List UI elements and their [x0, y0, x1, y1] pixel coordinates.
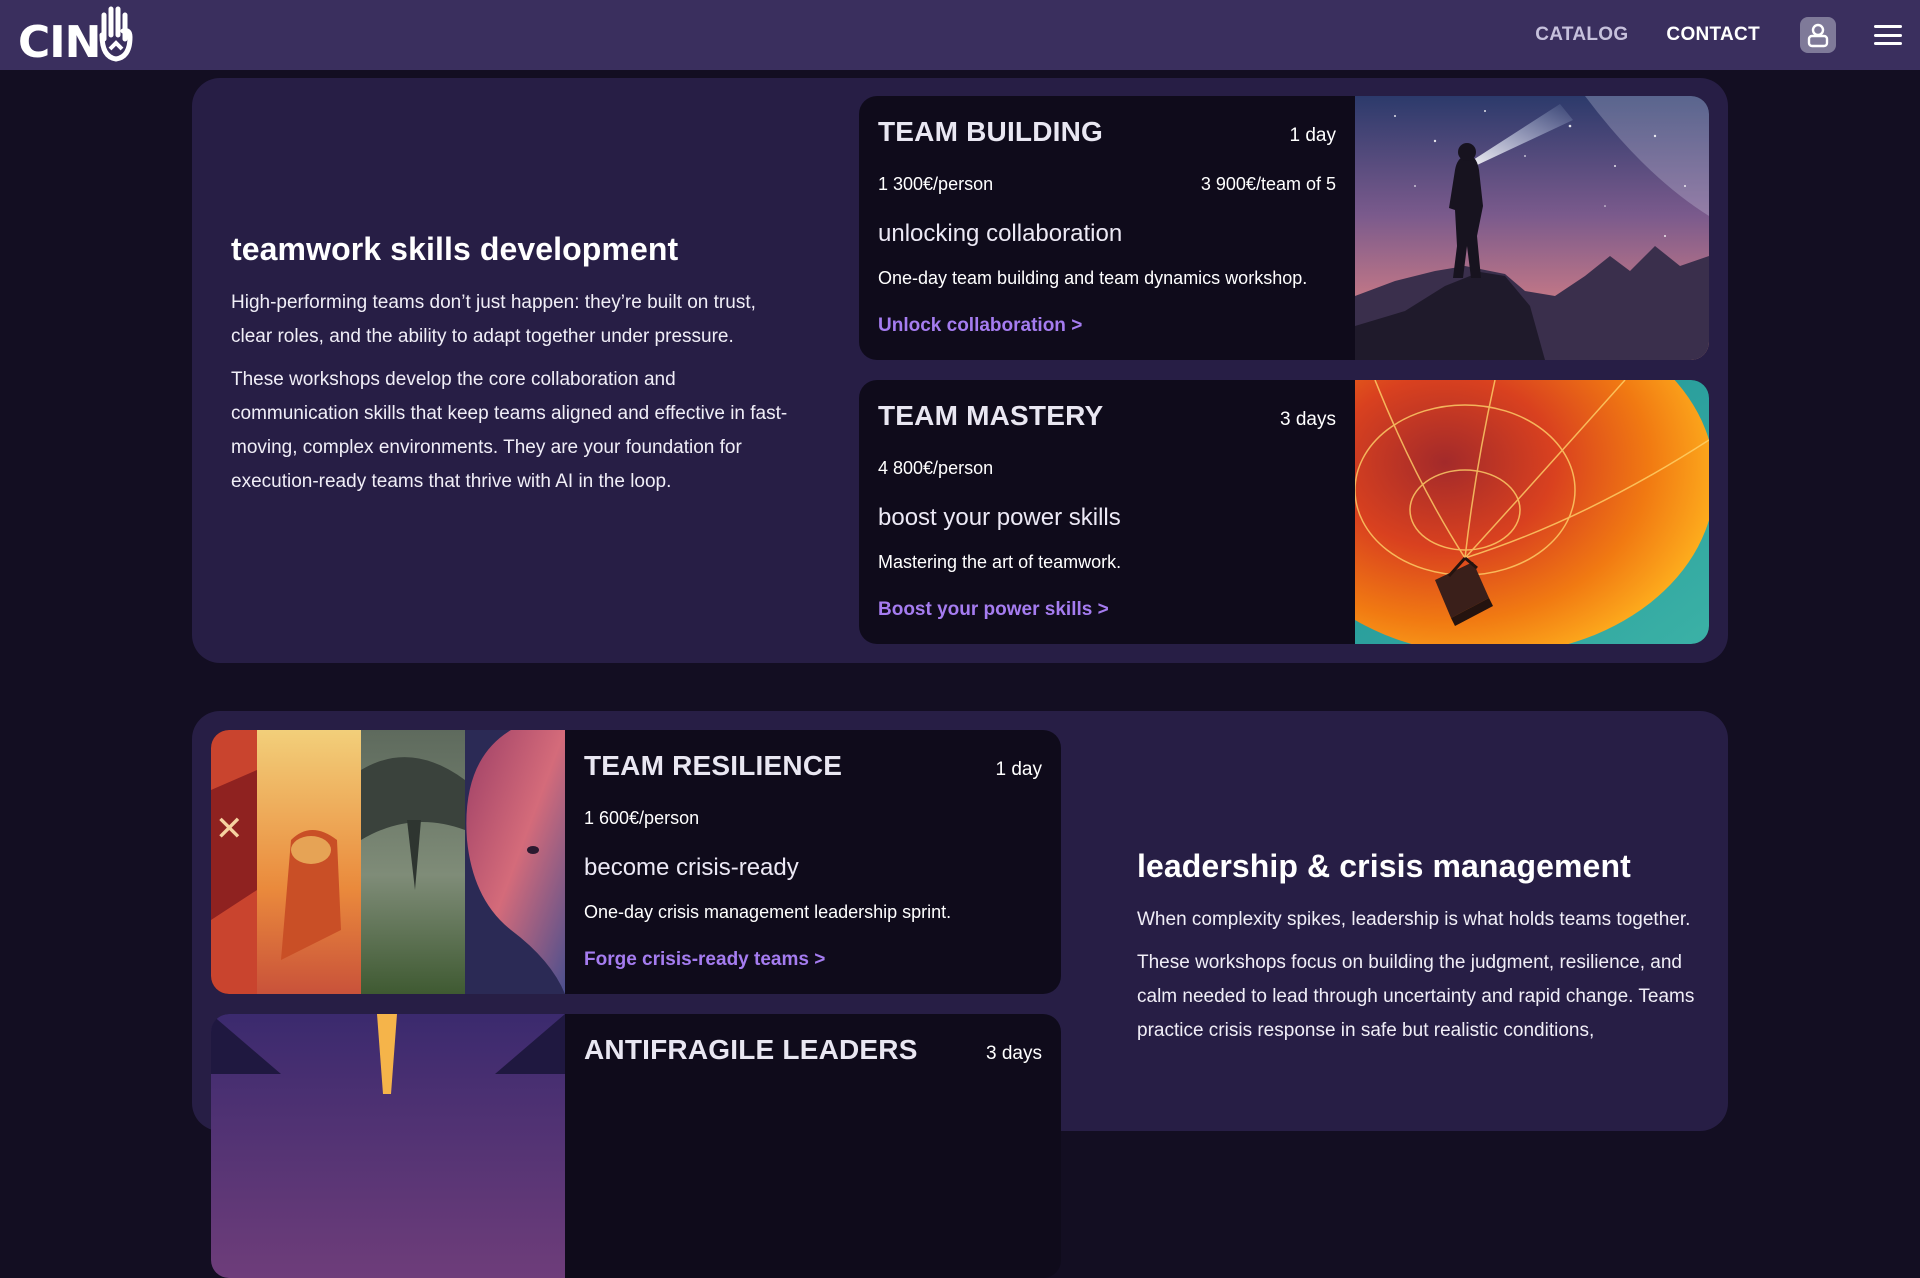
card-price: 4 800€/person	[878, 458, 993, 479]
spotlight-image	[211, 1014, 565, 1278]
nav-catalog-link[interactable]: CATALOG	[1535, 24, 1628, 46]
section-paragraph: High-performing teams don’t just happen:…	[231, 286, 791, 354]
card-subtitle: unlocking collaboration	[878, 220, 1122, 248]
crisis-collage-image: ✕	[211, 730, 565, 994]
hot-air-balloon-image	[1355, 380, 1709, 644]
card-subtitle: boost your power skills	[878, 504, 1121, 532]
section-paragraph: These workshops focus on building the ju…	[1137, 946, 1712, 1048]
card-price-team: 3 900€/team of 5	[1201, 174, 1336, 195]
card-description: One-day team building and team dynamics …	[878, 268, 1307, 289]
workshop-card-antifragile-leaders[interactable]: ANTIFRAGILE LEADERS 3 days	[211, 1014, 1061, 1278]
hamburger-line	[1874, 42, 1902, 45]
card-price: 1 600€/person	[584, 808, 699, 829]
card-link[interactable]: Unlock collaboration >	[878, 315, 1082, 337]
top-navigation-bar: CIN CATALOG CONTACT	[0, 0, 1920, 70]
card-body: ANTIFRAGILE LEADERS 3 days	[565, 1014, 1061, 1278]
card-title: TEAM BUILDING	[878, 116, 1103, 148]
card-price: 1 300€/person	[878, 174, 993, 195]
workshop-card-team-resilience[interactable]: ✕ TEAM RESILIENCE 1 day 1 600€/person be…	[211, 730, 1061, 994]
workshop-card-team-mastery[interactable]: TEAM MASTERY 3 days 4 800€/person boost …	[859, 380, 1709, 644]
card-title: TEAM RESILIENCE	[584, 750, 842, 782]
svg-text:✕: ✕	[215, 809, 244, 849]
card-body: TEAM RESILIENCE 1 day 1 600€/person beco…	[565, 730, 1061, 994]
nav-contact-link[interactable]: CONTACT	[1666, 24, 1760, 46]
logo-text: CIN	[18, 21, 101, 65]
card-link[interactable]: Boost your power skills >	[878, 599, 1109, 621]
card-duration: 3 days	[1280, 409, 1336, 431]
section-title: leadership & crisis management	[1137, 848, 1712, 885]
teamwork-section: teamwork skills development High-perform…	[192, 78, 1728, 663]
leadership-intro: leadership & crisis management When comp…	[1137, 848, 1712, 1057]
account-button[interactable]	[1800, 17, 1836, 53]
card-body: TEAM BUILDING 1 day 1 300€/person 3 900€…	[859, 96, 1355, 360]
section-paragraph: These workshops develop the core collabo…	[231, 363, 791, 499]
card-duration: 1 day	[996, 759, 1042, 781]
main-nav: CATALOG CONTACT	[1535, 17, 1902, 53]
section-title: teamwork skills development	[231, 231, 791, 268]
card-description: Mastering the art of teamwork.	[878, 552, 1121, 573]
hamburger-menu-button[interactable]	[1874, 23, 1902, 47]
card-link[interactable]: Forge crisis-ready teams >	[584, 949, 825, 971]
card-title: TEAM MASTERY	[878, 400, 1103, 432]
teamwork-intro: teamwork skills development High-perform…	[231, 231, 791, 508]
card-title: ANTIFRAGILE LEADERS	[584, 1034, 918, 1066]
hamburger-line	[1874, 34, 1902, 37]
card-description: One-day crisis management leadership spr…	[584, 902, 951, 923]
workshop-card-team-building[interactable]: TEAM BUILDING 1 day 1 300€/person 3 900€…	[859, 96, 1709, 360]
leadership-section: ✕ TEAM RESILIENCE 1 day 1 600€/person be…	[192, 711, 1728, 1131]
card-duration: 1 day	[1290, 125, 1336, 147]
logo[interactable]: CIN	[18, 5, 133, 65]
card-duration: 3 days	[986, 1043, 1042, 1065]
card-body: TEAM MASTERY 3 days 4 800€/person boost …	[859, 380, 1355, 644]
logo-hand-icon	[99, 5, 133, 65]
section-paragraph: When complexity spikes, leadership is wh…	[1137, 903, 1712, 937]
user-icon	[1807, 22, 1829, 48]
hamburger-menu-icon	[1874, 25, 1902, 28]
night-sky-hiker-image	[1355, 96, 1709, 360]
card-subtitle: become crisis-ready	[584, 854, 799, 882]
